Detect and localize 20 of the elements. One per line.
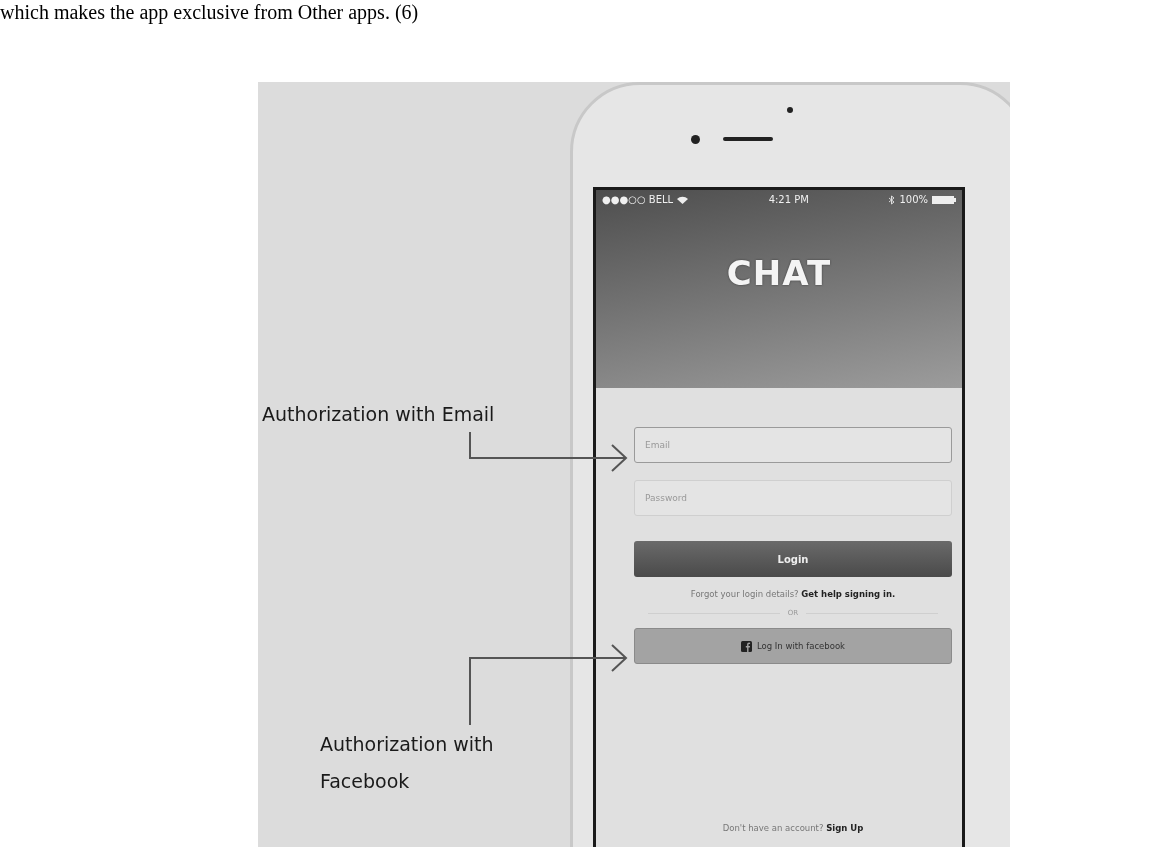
body-text: which makes the app exclusive from Other apps. (6)	[0, 0, 419, 24]
wifi-icon	[677, 195, 689, 204]
password-field[interactable]: Password	[634, 480, 952, 516]
speaker-icon	[723, 137, 773, 141]
login-button[interactable]: Login	[634, 541, 952, 577]
battery-text: 100%	[899, 194, 928, 205]
camera-icon	[691, 135, 700, 144]
bluetooth-icon	[889, 194, 896, 205]
app-title: CHAT	[725, 253, 833, 293]
carrier-text: ●●●○○ BELL	[602, 194, 674, 205]
sensor-icon	[787, 107, 793, 113]
time-text: 4:21 PM	[768, 194, 809, 205]
annotation-label: Authorization with Facebook	[320, 732, 495, 794]
facebook-login-button[interactable]: Log In with facebook	[634, 628, 952, 664]
help-text: Forgot your login details? Get help signing in.	[689, 589, 897, 599]
annotation-label: Authorization with Email	[262, 402, 496, 427]
battery-icon	[932, 195, 956, 204]
facebook-icon	[740, 640, 752, 652]
email-field[interactable]: Email	[634, 427, 952, 463]
signup-text: Don't have an account? Sign Up	[721, 823, 865, 833]
